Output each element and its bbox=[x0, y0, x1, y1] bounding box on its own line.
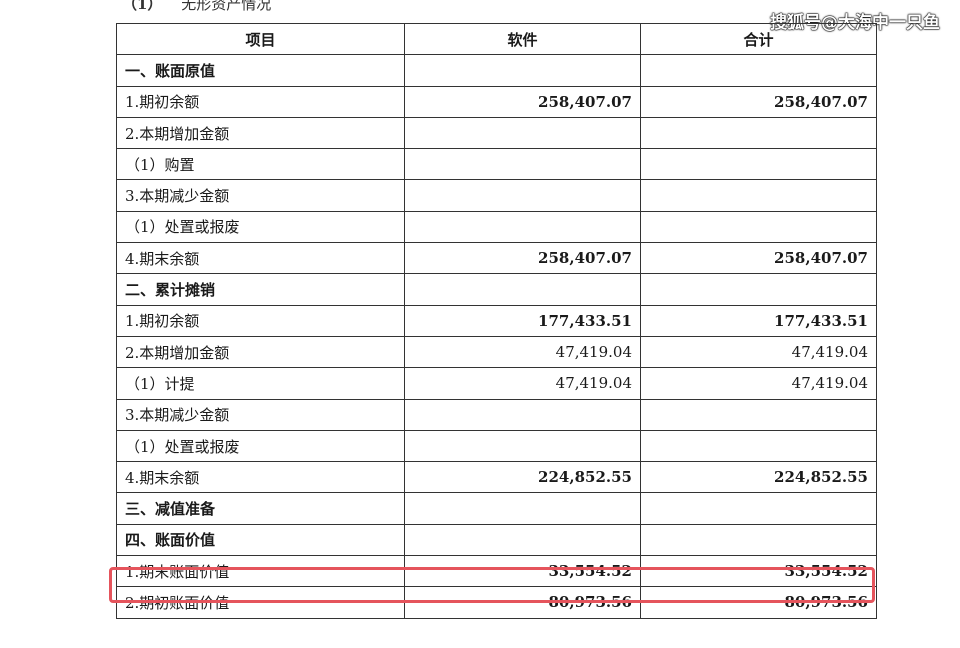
software-value: 258,407.07 bbox=[404, 242, 641, 275]
row-label: 1.期末账面价值 bbox=[116, 555, 405, 588]
table-row: 1.期初余额 177,433.51 177,433.51 bbox=[116, 304, 877, 337]
total-value bbox=[640, 429, 877, 463]
table-row: 四、账面价值 bbox=[116, 523, 877, 557]
table-row: 3.本期减少金额 bbox=[116, 179, 877, 212]
row-label: 一、账面原值 bbox=[116, 54, 405, 87]
total-value bbox=[640, 54, 877, 87]
table-row: 4.期末余额 258,407.07 258,407.07 bbox=[116, 242, 877, 275]
row-label: 四、账面价值 bbox=[116, 523, 405, 557]
software-value: 258,407.07 bbox=[404, 85, 641, 118]
software-value: 80,973.56 bbox=[404, 586, 641, 619]
total-value: 258,407.07 bbox=[640, 242, 877, 275]
software-value bbox=[404, 398, 641, 431]
table-row: 1.期初余额 258,407.07 258,407.07 bbox=[116, 85, 877, 118]
table-row: 4.期末余额 224,852.55 224,852.55 bbox=[116, 461, 877, 494]
table-row: 二、累计摊销 bbox=[116, 273, 877, 306]
row-label: 3.本期减少金额 bbox=[116, 398, 405, 431]
software-value bbox=[404, 54, 641, 87]
row-label: 2.本期增加金额 bbox=[116, 335, 405, 369]
row-label: 1.期初余额 bbox=[116, 304, 405, 337]
intangible-assets-table: 项目 软件 合计 一、账面原值 1.期初余额 258,407.07 258,407.0… bbox=[116, 22, 877, 619]
row-label: 4.期末余额 bbox=[116, 461, 405, 494]
total-value: 177,433.51 bbox=[640, 304, 877, 337]
row-label: 1.期初余额 bbox=[116, 85, 405, 118]
table-row: 1.期末账面价值 33,554.52 33,554.52 bbox=[116, 555, 877, 588]
total-value bbox=[640, 116, 877, 150]
row-label: （1）计提 bbox=[116, 367, 405, 400]
total-value: 80,973.56 bbox=[640, 586, 877, 619]
software-value: 47,419.04 bbox=[404, 335, 641, 369]
software-value: 33,554.52 bbox=[404, 555, 641, 588]
software-value: 177,433.51 bbox=[404, 304, 641, 337]
software-value: 47,419.04 bbox=[404, 367, 641, 400]
row-label: 二、累计摊销 bbox=[116, 273, 405, 306]
table-body: 一、账面原值 1.期初余额 258,407.07 258,407.07 2.本期增加金额… bbox=[116, 54, 877, 619]
table-row: （1）处置或报废 bbox=[116, 210, 877, 244]
section-number: （1） bbox=[122, 0, 163, 13]
software-value bbox=[404, 492, 641, 525]
table-row: 2.本期增加金额 bbox=[116, 116, 877, 150]
table-header-row: 项目 软件 合计 bbox=[116, 22, 877, 56]
section-heading: 无形资产情况 bbox=[181, 0, 272, 13]
software-value: 224,852.55 bbox=[404, 461, 641, 494]
row-label: 3.本期减少金额 bbox=[116, 179, 405, 212]
total-value bbox=[640, 210, 877, 244]
total-value: 224,852.55 bbox=[640, 461, 877, 494]
row-label: （1）处置或报废 bbox=[116, 429, 405, 463]
header-total: 合计 bbox=[640, 22, 877, 56]
row-label: 4.期末余额 bbox=[116, 242, 405, 275]
software-value bbox=[404, 429, 641, 463]
software-value bbox=[404, 523, 641, 557]
software-value bbox=[404, 179, 641, 212]
total-value: 33,554.52 bbox=[640, 555, 877, 588]
header-software: 软件 bbox=[404, 22, 641, 56]
total-value bbox=[640, 179, 877, 212]
row-label: 2.本期增加金额 bbox=[116, 116, 405, 150]
table-row: 2.本期增加金额 47,419.04 47,419.04 bbox=[116, 335, 877, 369]
total-value: 47,419.04 bbox=[640, 335, 877, 369]
row-label: （1）处置或报废 bbox=[116, 210, 405, 244]
table-row: 三、减值准备 bbox=[116, 492, 877, 525]
total-value: 258,407.07 bbox=[640, 85, 877, 118]
table-row: （1）计提 47,419.04 47,419.04 bbox=[116, 367, 877, 400]
software-value bbox=[404, 148, 641, 181]
row-label: 2.期初账面价值 bbox=[116, 586, 405, 619]
software-value bbox=[404, 210, 641, 244]
table-row: 2.期初账面价值 80,973.56 80,973.56 bbox=[116, 586, 877, 619]
row-label: 三、减值准备 bbox=[116, 492, 405, 525]
table-row: 一、账面原值 bbox=[116, 54, 877, 87]
software-value bbox=[404, 116, 641, 150]
total-value bbox=[640, 398, 877, 431]
row-label: （1）购置 bbox=[116, 148, 405, 181]
total-value bbox=[640, 273, 877, 306]
table-row: （1）处置或报废 bbox=[116, 429, 877, 463]
total-value bbox=[640, 492, 877, 525]
section-title: （1） 无形资产情况 bbox=[122, 0, 271, 14]
total-value bbox=[640, 523, 877, 557]
table-row: 3.本期减少金额 bbox=[116, 398, 877, 431]
total-value: 47,419.04 bbox=[640, 367, 877, 400]
total-value bbox=[640, 148, 877, 181]
table-row: （1）购置 bbox=[116, 148, 877, 181]
header-item: 项目 bbox=[116, 22, 405, 56]
software-value bbox=[404, 273, 641, 306]
